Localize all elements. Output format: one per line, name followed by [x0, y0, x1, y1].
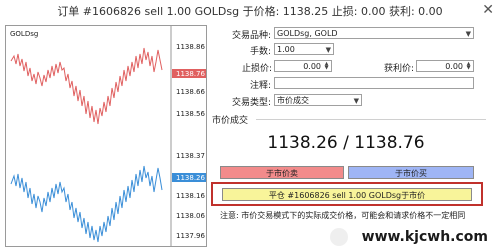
- stop-loss-spinner[interactable]: ▲ ▼: [323, 62, 330, 71]
- close-order-button[interactable]: 平仓 #1606826 sell 1.00 GOLDsg于市价: [222, 188, 472, 201]
- take-profit-value: 0.00: [445, 62, 463, 71]
- take-profit-spinner[interactable]: ▲ ▼: [465, 62, 472, 71]
- chevron-down-icon: ▼: [353, 97, 359, 105]
- price-tick: 1138.86: [176, 43, 205, 51]
- stop-loss-label: 止损价:: [242, 64, 273, 74]
- chart-symbol-label: GOLDsg: [10, 30, 38, 38]
- symbol-select[interactable]: GOLDsg, GOLD ▼: [274, 27, 474, 39]
- close-icon[interactable]: ✕: [482, 2, 494, 18]
- price-tick: 1138.56: [176, 110, 205, 118]
- watermark-logo-icon: [330, 228, 348, 246]
- window-title: 订单 #1606826 sell 1.00 GOLDsg 于价格: 1138.2…: [57, 5, 443, 18]
- take-profit-label: 获利价:: [384, 64, 415, 74]
- volume-value: 1.00: [277, 45, 295, 54]
- watermark: www.kjcwh.com: [361, 229, 488, 245]
- price-tick: 1138.06: [176, 212, 205, 220]
- sell-at-market-button[interactable]: 于市价卖: [220, 166, 344, 179]
- comment-label: 注释:: [250, 81, 272, 91]
- volume-select[interactable]: 1.00 ▼: [274, 43, 334, 55]
- stop-loss-input[interactable]: 0.00 ▲ ▼: [274, 60, 332, 72]
- volume-label: 手数:: [250, 47, 272, 57]
- market-note: 注意: 市价交易模式下的实际成交价格，可能会和请求价格不一定相同: [220, 211, 466, 220]
- price-tick: 1138.16: [176, 192, 205, 200]
- take-profit-input[interactable]: 0.00 ▲ ▼: [416, 60, 474, 72]
- title-bar: 订单 #1606826 sell 1.00 GOLDsg 于价格: 1138.2…: [0, 0, 500, 22]
- symbol-value: GOLDsg, GOLD: [277, 29, 338, 38]
- section-divider: [256, 119, 486, 120]
- order-type-label: 交易类型:: [232, 98, 272, 108]
- price-tick: 1138.66: [176, 88, 205, 96]
- ask-marker-label: 1138.76: [176, 70, 205, 78]
- buy-at-market-button[interactable]: 于市价买: [348, 166, 474, 179]
- order-type-select[interactable]: 市价成交 ▼: [274, 94, 362, 106]
- comment-input[interactable]: [274, 77, 474, 89]
- chart-svg: GOLDsg 1138.86 1138.76 1138.66 1138.56 1…: [6, 26, 206, 246]
- price-tick: 1138.37: [176, 152, 205, 160]
- chevron-down-icon: ▼: [325, 46, 331, 54]
- chevron-down-icon: ▼: [465, 30, 471, 38]
- price-tick: 1137.96: [176, 232, 205, 240]
- order-type-value: 市价成交: [277, 96, 309, 105]
- symbol-label: 交易品种:: [232, 31, 272, 41]
- stop-loss-value: 0.00: [303, 62, 321, 71]
- order-form: 交易品种: GOLDsg, GOLD ▼ 手数: 1.00 ▼ 止损价: 0.0…: [208, 25, 500, 249]
- bid-ask-prices: 1138.26 / 1138.76: [267, 133, 425, 153]
- price-chart: GOLDsg 1138.86 1138.76 1138.66 1138.56 1…: [5, 25, 207, 247]
- market-section-title: 市价成交: [212, 116, 249, 126]
- bid-marker-label: 1138.26: [176, 174, 205, 182]
- close-order-highlight: 平仓 #1606826 sell 1.00 GOLDsg于市价: [211, 182, 483, 206]
